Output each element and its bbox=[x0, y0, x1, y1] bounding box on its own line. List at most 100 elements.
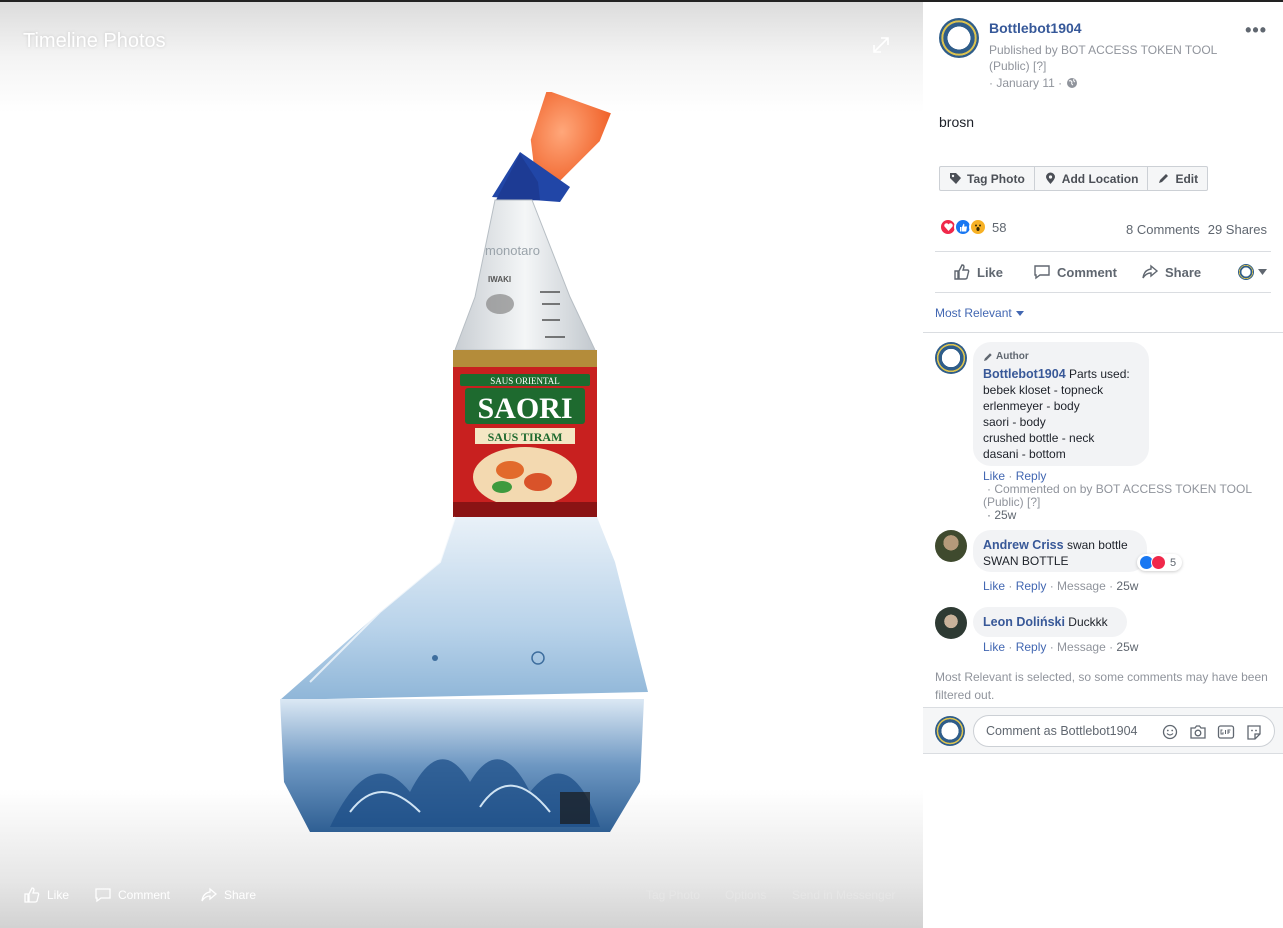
post-date-label[interactable]: · January 11 · bbox=[989, 76, 1062, 90]
send-in-messenger-link[interactable]: Send in Messenger bbox=[792, 888, 895, 902]
post-details-panel: Bottlebot1904 Published by BOT ACCESS TO… bbox=[923, 0, 1283, 928]
share-icon bbox=[1142, 264, 1159, 279]
label-brand-text: SAORI bbox=[477, 392, 572, 425]
photo-like-button[interactable]: Like bbox=[23, 886, 69, 904]
love-reaction-icon bbox=[1151, 555, 1166, 570]
wow-reaction-icon bbox=[969, 218, 987, 236]
comment-meta: Like · Reply · Message · 25w bbox=[983, 640, 1139, 654]
sticker-icon[interactable] bbox=[1245, 724, 1263, 740]
album-title: Timeline Photos bbox=[23, 30, 166, 52]
photo-share-button[interactable]: Share bbox=[200, 886, 256, 904]
comment-reactions[interactable]: 5 bbox=[1137, 554, 1183, 571]
comment-meta: Like · Reply · Commented on by BOT ACCES… bbox=[983, 469, 1252, 522]
author-badge-label: Author bbox=[996, 351, 1029, 362]
commenter-name[interactable]: Bottlebot1904 bbox=[983, 367, 1066, 381]
share-icon bbox=[201, 887, 218, 902]
comments-count-link[interactable]: 8 Comments bbox=[1126, 222, 1200, 237]
photo-tag-link[interactable]: Tag Photo bbox=[646, 888, 700, 902]
message-link[interactable]: · Message · bbox=[1050, 579, 1113, 593]
comment-reply-link[interactable]: Reply bbox=[1016, 640, 1047, 654]
photo-tools-bar: Tag Photo Add Location Edit bbox=[939, 166, 1209, 191]
gif-icon[interactable] bbox=[1217, 724, 1235, 740]
comment-avatar[interactable] bbox=[935, 342, 967, 374]
comment-bubble: Leon Doliński Duckkk bbox=[973, 607, 1127, 637]
tag-photo-label: Tag Photo bbox=[967, 171, 1025, 186]
like-button[interactable]: Like bbox=[953, 263, 1003, 281]
photo-options-link[interactable]: Options bbox=[725, 888, 766, 902]
camera-icon[interactable] bbox=[1189, 724, 1207, 740]
comment-text: Parts used: bebek kloset - topneck erlen… bbox=[983, 367, 1130, 461]
engagement-counts: 8 Comments 29 Shares bbox=[1126, 222, 1267, 237]
comment-icon bbox=[95, 888, 111, 903]
thumbs-up-icon bbox=[24, 887, 40, 903]
next-photo-icon[interactable] bbox=[876, 452, 900, 488]
comment-bubble: Andrew Criss swan bottle SWAN BOTTLE bbox=[973, 530, 1147, 572]
message-link[interactable]: · Message · bbox=[1050, 640, 1113, 654]
comment-reply-link[interactable]: Reply bbox=[1016, 469, 1047, 483]
comment-time[interactable]: · 25w bbox=[987, 508, 1016, 522]
photo-comment-label: Comment bbox=[118, 888, 171, 902]
flask-label: IWAKI bbox=[488, 275, 511, 284]
like-label: Like bbox=[977, 264, 1004, 280]
emoji-icon[interactable] bbox=[1161, 724, 1179, 740]
shares-count-link[interactable]: 29 Shares bbox=[1208, 222, 1267, 237]
photo-watermark: monotaro bbox=[485, 243, 540, 258]
tag-icon bbox=[950, 173, 961, 184]
reaction-summary[interactable]: 58 bbox=[939, 218, 1006, 236]
comment-like-link[interactable]: Like bbox=[983, 469, 1005, 483]
post-author-link[interactable]: Bottlebot1904 bbox=[989, 20, 1082, 36]
share-label: Share bbox=[1165, 264, 1202, 280]
edit-label: Edit bbox=[1175, 171, 1199, 186]
photo-action-bar: Like Comment Share Tag Photo Options Sen… bbox=[0, 882, 923, 910]
more-options-icon[interactable]: ••• bbox=[1245, 20, 1267, 41]
comment-reaction-count: 5 bbox=[1170, 556, 1177, 569]
author-badge: Author bbox=[983, 349, 1139, 365]
photo-like-label: Like bbox=[47, 888, 70, 902]
add-location-label: Add Location bbox=[1061, 171, 1139, 186]
edit-button[interactable]: Edit bbox=[1148, 167, 1207, 190]
comment-sort-dropdown[interactable]: Most Relevant bbox=[935, 306, 1024, 320]
post-as-selector[interactable] bbox=[1238, 264, 1267, 280]
post-action-bar: Like Comment Share bbox=[935, 251, 1271, 293]
sort-label: Most Relevant bbox=[935, 306, 1012, 320]
help-link[interactable]: [?] bbox=[1033, 59, 1046, 73]
divider bbox=[923, 332, 1283, 333]
comment-time[interactable]: 25w bbox=[1116, 579, 1138, 593]
selector-avatar bbox=[1238, 264, 1254, 280]
thumbs-up-icon bbox=[954, 264, 970, 280]
pencil-icon bbox=[984, 353, 992, 361]
photo-comment-button[interactable]: Comment bbox=[94, 886, 170, 904]
expand-icon[interactable] bbox=[870, 34, 892, 56]
post-caption: brosn bbox=[939, 114, 975, 130]
comment-avatar[interactable] bbox=[935, 607, 967, 639]
caret-down-icon bbox=[1015, 310, 1024, 316]
photo-share-label: Share bbox=[224, 888, 257, 902]
commented-on-text: · Commented on by BOT ACCESS TOKEN TOOL … bbox=[983, 482, 1252, 509]
comment-button[interactable]: Comment bbox=[1033, 263, 1117, 281]
comment-reply-link[interactable]: Reply bbox=[1016, 579, 1047, 593]
share-button[interactable]: Share bbox=[1141, 263, 1201, 281]
tag-photo-button[interactable]: Tag Photo bbox=[940, 167, 1035, 190]
comment-like-link[interactable]: Like bbox=[983, 640, 1005, 654]
post-date: · January 11 · bbox=[989, 76, 1078, 90]
globe-icon bbox=[1067, 78, 1078, 88]
add-location-button[interactable]: Add Location bbox=[1035, 167, 1149, 190]
comment-avatar[interactable] bbox=[935, 530, 967, 562]
previous-photo-icon[interactable] bbox=[20, 452, 44, 488]
help-link[interactable]: [?] bbox=[1027, 495, 1040, 509]
pencil-icon bbox=[1159, 174, 1169, 183]
comment-label: Comment bbox=[1057, 264, 1117, 280]
comment-meta: Like · Reply · Message · 25w bbox=[983, 579, 1139, 593]
comment-icon bbox=[1034, 265, 1050, 280]
page-avatar[interactable] bbox=[939, 18, 979, 58]
comment-text: Duckkk bbox=[1068, 615, 1108, 629]
comment-bubble: Author Bottlebot1904 Parts used: bebek k… bbox=[973, 342, 1149, 466]
bottle-photo: monotaro IWAKI SAUS ORIENTAL SAORI SAUS … bbox=[280, 92, 648, 832]
comment-time[interactable]: 25w bbox=[1116, 640, 1138, 654]
comment-like-link[interactable]: Like bbox=[983, 579, 1005, 593]
commenter-name[interactable]: Leon Doliński bbox=[983, 615, 1065, 629]
location-pin-icon bbox=[1045, 172, 1055, 184]
label-top-text: SAUS ORIENTAL bbox=[490, 376, 560, 386]
filter-notice: Most Relevant is selected, so some comme… bbox=[935, 670, 1268, 702]
commenter-name[interactable]: Andrew Criss bbox=[983, 538, 1064, 552]
